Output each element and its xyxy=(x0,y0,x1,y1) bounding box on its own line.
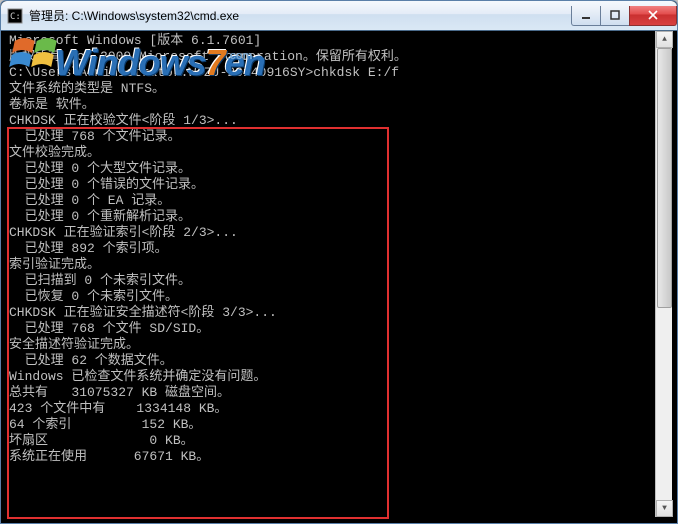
console-line: 已处理 768 个文件记录。 xyxy=(9,129,655,145)
console-line: 已处理 768 个文件 SD/SID。 xyxy=(9,321,655,337)
minimize-button[interactable] xyxy=(571,6,601,26)
console-output[interactable]: Microsoft Windows [版本 6.1.7601]版权所有 <c> … xyxy=(7,31,655,517)
window-title: 管理员: C:\Windows\system32\cmd.exe xyxy=(29,7,572,24)
console-line: C:\Users\Administrator.W7ZJ-20140916SY>c… xyxy=(9,65,655,81)
close-button[interactable] xyxy=(629,6,677,26)
console-line: 卷标是 软件。 xyxy=(9,97,655,113)
maximize-button[interactable] xyxy=(600,6,630,26)
console-line: 已处理 62 个数据文件。 xyxy=(9,353,655,369)
console-line: 坏扇区 0 KB。 xyxy=(9,433,655,449)
window-buttons xyxy=(572,6,677,26)
cmd-icon: C: xyxy=(7,8,23,24)
console-line: 文件系统的类型是 NTFS。 xyxy=(9,81,655,97)
console-line: 版权所有 <c> 2009 Microsoft Corporation。保留所有… xyxy=(9,49,655,65)
scroll-up-button[interactable]: ▲ xyxy=(656,31,673,48)
console-line: CHKDSK 正在校验文件<阶段 1/3>... xyxy=(9,113,655,129)
console-line: 已处理 892 个索引项。 xyxy=(9,241,655,257)
console-line: 423 个文件中有 1334148 KB。 xyxy=(9,401,655,417)
console-line: CHKDSK 正在验证索引<阶段 2/3>... xyxy=(9,225,655,241)
scroll-thumb[interactable] xyxy=(657,48,672,308)
console-line: 系统正在使用 67671 KB。 xyxy=(9,449,655,465)
console-line: 已处理 0 个 EA 记录。 xyxy=(9,193,655,209)
cmd-window: C: 管理员: C:\Windows\system32\cmd.exe Micr… xyxy=(0,0,678,524)
console-line: 64 个索引 152 KB。 xyxy=(9,417,655,433)
console-line: 已处理 0 个错误的文件记录。 xyxy=(9,177,655,193)
scroll-down-button[interactable]: ▼ xyxy=(656,500,673,517)
console-line: 已恢复 0 个未索引文件。 xyxy=(9,289,655,305)
console-line: 已处理 0 个大型文件记录。 xyxy=(9,161,655,177)
console-line: 已处理 0 个重新解析记录。 xyxy=(9,209,655,225)
console-line: 已扫描到 0 个未索引文件。 xyxy=(9,273,655,289)
vertical-scrollbar[interactable]: ▲ ▼ xyxy=(655,31,672,517)
console-line: 文件校验完成。 xyxy=(9,145,655,161)
console-line: 安全描述符验证完成。 xyxy=(9,337,655,353)
console-line: CHKDSK 正在验证安全描述符<阶段 3/3>... xyxy=(9,305,655,321)
titlebar[interactable]: C: 管理员: C:\Windows\system32\cmd.exe xyxy=(1,1,677,31)
svg-text:C:: C: xyxy=(10,12,21,22)
console-line: 总共有 31075327 KB 磁盘空间。 xyxy=(9,385,655,401)
console-line: Windows 已检查文件系统并确定没有问题。 xyxy=(9,369,655,385)
console-line: Microsoft Windows [版本 6.1.7601] xyxy=(9,33,655,49)
console-line: 索引验证完成。 xyxy=(9,257,655,273)
